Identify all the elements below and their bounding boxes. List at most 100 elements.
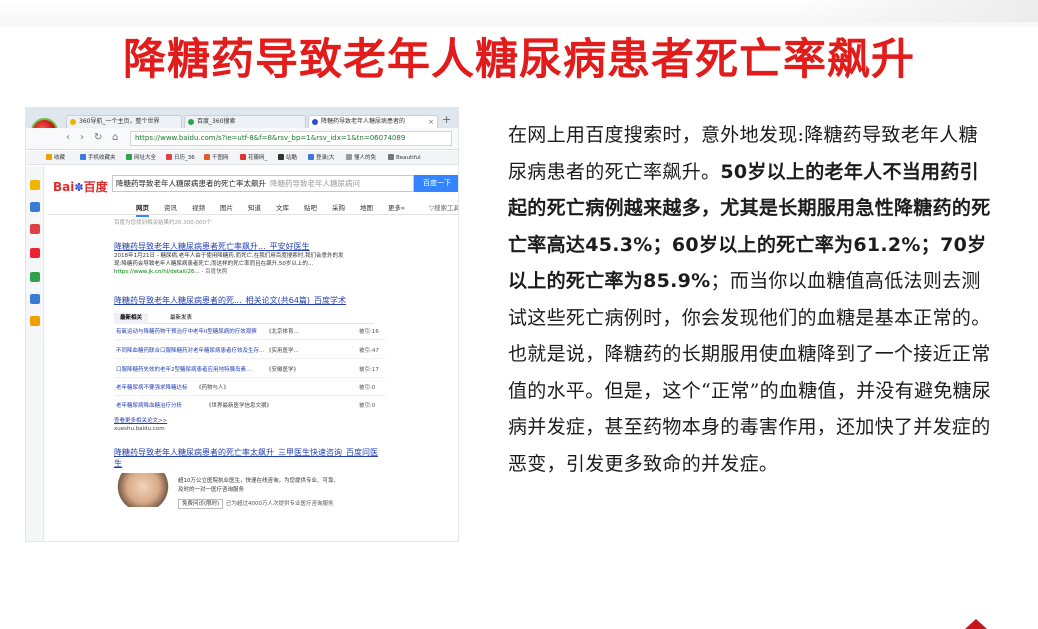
ad-text: 及时的一对一医疗咨询服务	[178, 487, 245, 493]
tab-map[interactable]: 地图	[360, 201, 373, 215]
scholar-row[interactable]: 老年糖尿病降血糖治疗分析 《世界最新医学信息文摘》 被引:0	[116, 401, 386, 411]
bookmark-item[interactable]: 懂人的免	[346, 151, 376, 164]
article-text: ；而当你以血糖值高低法则去测试这些死亡病例时，你会发现他们的血糖是基本正常的。也…	[508, 270, 992, 475]
tab-video[interactable]: 视频	[192, 201, 205, 215]
scholar-journal: 《药物与人》	[196, 385, 230, 391]
free-consult-button[interactable]: 免费问诊(限时)	[178, 499, 224, 509]
article-paragraph: 在网上用百度搜索时，意外地发现:降糖药导致老年人糖尿病患者的死亡率飙升。50岁以…	[508, 117, 995, 482]
ad-text: 超10万公立医院执业医生，快速在线咨询，为您提供专业、可靠、	[178, 478, 340, 484]
tab-latest-relevant[interactable]: 最新相关	[114, 313, 149, 324]
bookmarks-bar: 收藏 手机收藏夹 网址大全 日历_36 千图网 花瓣网_ 站酷 登录|大 懂人的…	[26, 151, 458, 165]
scholar-row[interactable]: 有氧运动与降糖药物干预治疗中老年II型糖尿病的疗效观察 《北京体育... 被引:…	[116, 327, 386, 337]
baidu-paw-icon	[312, 119, 318, 125]
bookmark-item[interactable]: 登录|大	[308, 151, 335, 164]
tab-more[interactable]: 更多»	[388, 201, 405, 215]
result-title-link[interactable]: 降糖药导致老年人糖尿病患者的死亡率太飙升_三甲医生快速咨询_百度问医	[114, 447, 378, 458]
star-icon[interactable]	[30, 180, 40, 190]
bookmark-label: 登录|大	[316, 155, 335, 161]
bookmark-label: 站酷	[286, 155, 298, 161]
search-result: 降糖药导致老年人糖尿病患者死亡率飙升..._平安好医生 2018年1月21日 -…	[114, 241, 343, 277]
bookmark-icon	[346, 154, 352, 160]
bookmark-item[interactable]: 花瓣网_	[240, 151, 267, 164]
bookmark-item[interactable]: 手机收藏夹	[80, 151, 116, 164]
scholar-title-link[interactable]: 老年糖尿病不要强求降糖达标	[116, 383, 188, 393]
cache-link[interactable]: - 百度快照	[200, 269, 227, 275]
more-papers: 查看更多相关论文>> xueshu.baidu.com	[114, 417, 167, 434]
tab-images[interactable]: 图片	[220, 201, 233, 215]
corner-decoration	[965, 619, 987, 629]
baidu-logo-text: Bai	[53, 180, 75, 194]
scholar-cite-count: 被引:0	[359, 385, 376, 391]
scholar-cite-count: 被引:17	[359, 367, 379, 373]
scholar-row[interactable]: 口服降糖药失效的老年2型糖尿病患者应用地特胰岛素... 《安徽医学》 被引:17	[116, 365, 386, 375]
slide-top-accent	[798, 0, 1038, 22]
scholar-journal: 《北京体育...	[266, 329, 299, 335]
home-icon[interactable]: ⌂	[112, 131, 118, 145]
result-url: https://www.jk.cn/hl/detail/26... - 百度快照	[114, 268, 343, 277]
divider	[116, 377, 386, 378]
star-icon	[46, 154, 52, 160]
new-tab-icon[interactable]: +	[442, 113, 451, 127]
bookmark-item[interactable]: 站酷	[278, 151, 298, 164]
search-input[interactable]: 降糖药导致老年人糖尿病患者的死亡率太飙升 降糖药导致老年人糖尿病问	[112, 175, 414, 192]
slide-title: 降糖药导致老年人糖尿病患者死亡率飙升	[123, 35, 915, 85]
scholar-title-link[interactable]: 口服降糖药失效的老年2型糖尿病患者应用地特胰岛素...	[116, 365, 251, 375]
scholar-title-link[interactable]: 不同降血糖药联合口服降糖药对老年糖尿病患者疗效及生存...	[116, 346, 264, 356]
search-button[interactable]: 百度一下	[414, 175, 458, 192]
divider	[116, 339, 386, 340]
baidu-paw-icon: ✽	[74, 181, 84, 194]
search-tools-button[interactable]: ▽搜索工具	[429, 201, 458, 215]
tab-latest-published[interactable]: 最新发表	[164, 313, 198, 324]
document-icon[interactable]	[30, 294, 40, 304]
tab-purchase[interactable]: 采购	[332, 201, 345, 215]
bookmark-item[interactable]: 收藏	[46, 151, 65, 164]
url-input[interactable]: https://www.baidu.com/s?ie=utf-8&f=8&rsv…	[130, 131, 452, 146]
bookmark-label: 千图网	[212, 155, 229, 161]
browser-tab-360-nav[interactable]: 360导航_一个主页，整个世界	[66, 115, 182, 128]
doctor-avatar	[114, 473, 172, 507]
browser-tab-360-search[interactable]: 百度_360搜索	[184, 115, 306, 128]
browser-tab-baidu[interactable]: 降糖药导致老年人糖尿病患者的 ×	[308, 115, 438, 128]
tab-wenku[interactable]: 文库	[276, 201, 289, 215]
search-result: 降糖药导致老年人糖尿病患者的死..._相关论文(共64篇)_百度学术	[114, 295, 346, 306]
web-directory-icon	[126, 154, 132, 160]
scholar-title-link[interactable]: 老年糖尿病降血糖治疗分析	[116, 401, 182, 411]
bookmark-item[interactable]: 网址大全	[126, 151, 156, 164]
bookmark-item[interactable]: Beautiful	[388, 151, 421, 164]
search-suggestion: 降糖药导致老年人糖尿病问	[270, 179, 360, 188]
bookmark-label: 日历_36	[174, 155, 195, 161]
video-icon[interactable]	[30, 272, 40, 282]
scholar-row[interactable]: 老年糖尿病不要强求降糖达标 《药物与人》 被引:0	[116, 383, 386, 393]
scholar-journal: 《世界最新医学信息文摘》	[206, 403, 273, 409]
result-title-link[interactable]: 降糖药导致老年人糖尿病患者死亡率飙升..._平安好医生	[114, 241, 343, 252]
tab-zhidao[interactable]: 知道	[248, 201, 261, 215]
result-title-link-cont[interactable]: 生	[114, 458, 378, 469]
calendar-icon	[166, 154, 172, 160]
news-icon[interactable]	[30, 202, 40, 212]
tab-tieba[interactable]: 贴吧	[304, 201, 317, 215]
bookmark-item[interactable]: 日历_36	[166, 151, 195, 164]
baidu-logo[interactable]: Bai✽百度	[53, 178, 108, 195]
forward-icon[interactable]: ›	[80, 131, 84, 145]
scholar-title-link[interactable]: 有氧运动与降糖药物干预治疗中老年II型糖尿病的疗效观察	[116, 327, 257, 337]
petal-icon	[240, 154, 246, 160]
notes-icon[interactable]	[30, 316, 40, 326]
360-icon	[70, 119, 76, 125]
close-icon[interactable]: ×	[428, 116, 434, 128]
refresh-icon[interactable]: ↻	[94, 131, 102, 145]
bookmark-item[interactable]: 千图网	[204, 151, 229, 164]
tab-news[interactable]: 资讯	[164, 201, 177, 215]
tab-label: 360导航_一个主页，整个世界	[79, 118, 160, 125]
more-papers-link[interactable]: 查看更多相关论文>>	[114, 417, 167, 425]
result-title-link[interactable]: 降糖药导致老年人糖尿病患者的死..._相关论文(共64篇)_百度学术	[114, 295, 346, 306]
email-icon[interactable]	[30, 248, 40, 258]
scholar-cite-count: 被引:16	[359, 329, 379, 335]
back-icon[interactable]: ‹	[66, 131, 70, 145]
bookmark-icon	[388, 154, 394, 160]
weibo-icon[interactable]	[30, 224, 40, 234]
scholar-row[interactable]: 不同降血糖药联合口服降糖药对老年糖尿病患者疗效及生存... 《实用医学... 被…	[116, 346, 386, 356]
address-bar: ‹ › ↻ ⌂ https://www.baidu.com/s?ie=utf-8…	[26, 128, 458, 150]
scholar-cite-count: 被引:0	[359, 403, 376, 409]
tab-web[interactable]: 网页	[136, 201, 149, 217]
phone-icon	[80, 154, 86, 160]
